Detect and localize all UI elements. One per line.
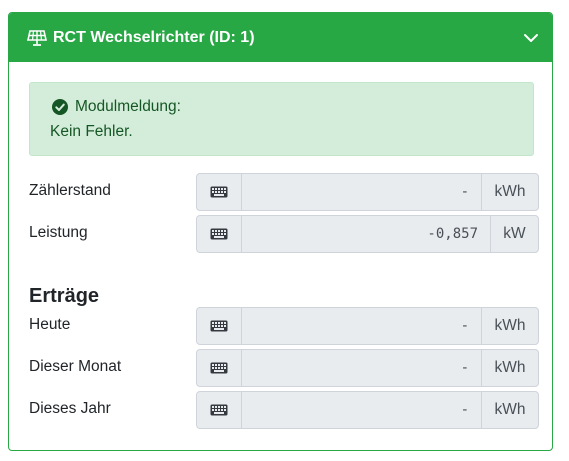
keyboard-icon xyxy=(197,308,242,344)
row-leistung: Leistung -0,857 kW xyxy=(29,215,539,253)
row-label: Dieser Monat xyxy=(29,358,122,375)
solar-panel-icon xyxy=(27,29,47,47)
readonly-input-group: - kWh xyxy=(196,391,539,429)
row-label: Dieses Jahr xyxy=(29,400,111,417)
keyboard-icon xyxy=(197,392,242,428)
readonly-input-group: - kWh xyxy=(196,307,539,345)
row-label: Heute xyxy=(29,316,71,333)
row-zaehlerstand: Zählerstand - kWh xyxy=(29,173,539,211)
card-header[interactable]: RCT Wechselrichter (ID: 1) xyxy=(9,13,552,62)
alert-title: Modulmeldung: xyxy=(75,98,181,115)
inverter-card: RCT Wechselrichter (ID: 1) Modulmeldung:… xyxy=(8,12,553,451)
row-label: Zählerstand xyxy=(29,182,111,199)
unit-label: kWh xyxy=(481,392,538,428)
keyboard-icon xyxy=(197,174,242,210)
value-field[interactable]: -0,857 xyxy=(242,216,490,252)
unit-label: kWh xyxy=(481,174,538,210)
unit-label: kWh xyxy=(481,350,538,386)
alert-message: Kein Fehler. xyxy=(50,123,133,140)
value-field[interactable]: - xyxy=(242,350,481,386)
readonly-input-group: - kWh xyxy=(196,173,539,211)
row-label: Leistung xyxy=(29,224,88,241)
unit-label: kW xyxy=(490,216,538,252)
value-field[interactable]: - xyxy=(242,308,481,344)
row-heute: Heute - kWh xyxy=(29,307,539,345)
row-dieser-monat: Dieser Monat - kWh xyxy=(29,349,539,387)
readonly-input-group: -0,857 kW xyxy=(196,215,539,253)
card-title: RCT Wechselrichter (ID: 1) xyxy=(53,28,255,46)
readonly-input-group: - kWh xyxy=(196,349,539,387)
chevron-down-icon[interactable] xyxy=(522,29,540,47)
section-title-ertraege: Erträge xyxy=(29,285,100,307)
unit-label: kWh xyxy=(481,308,538,344)
keyboard-icon xyxy=(197,350,242,386)
value-field[interactable]: - xyxy=(242,392,481,428)
row-dieses-jahr: Dieses Jahr - kWh xyxy=(29,391,539,429)
value-field[interactable]: - xyxy=(242,174,481,210)
module-status-alert: Modulmeldung: Kein Fehler. xyxy=(29,82,534,156)
keyboard-icon xyxy=(197,216,242,252)
check-circle-icon xyxy=(52,99,68,115)
